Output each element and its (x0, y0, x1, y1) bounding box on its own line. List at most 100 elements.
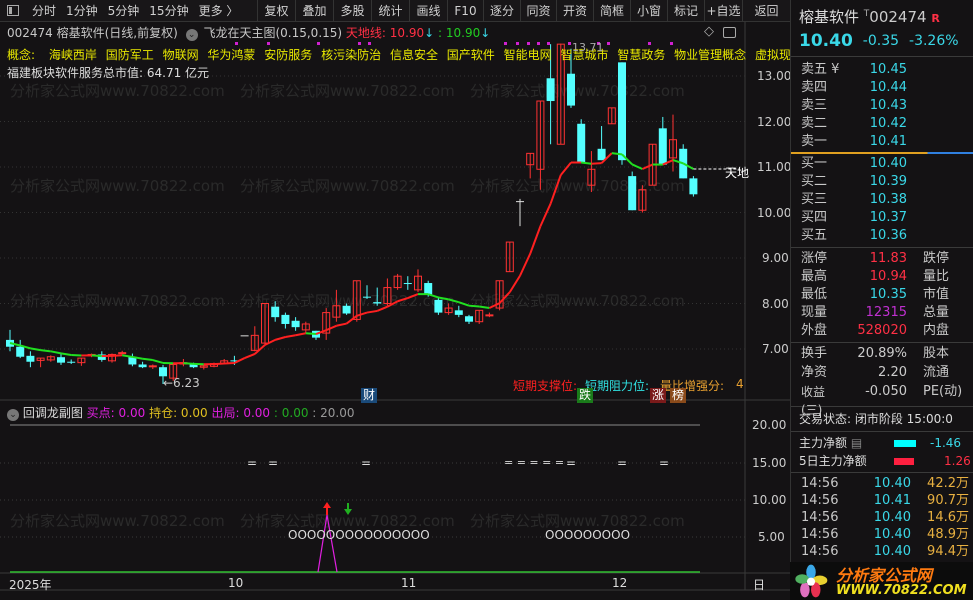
main5-net-row: 5日主力净额 1.26 (791, 452, 973, 470)
ask-label: 卖一 (801, 134, 828, 149)
signal-dot (358, 42, 361, 45)
main-net-value: -1.46 (930, 436, 962, 450)
trade-time: 14:56 (801, 493, 839, 508)
rise-badge[interactable]: 涨 (650, 388, 667, 403)
tiandi-line-segment (508, 275, 521, 293)
signal-eq: = (247, 456, 258, 470)
tiandi-line-segment (438, 296, 449, 301)
ask-price: 10.43 (869, 98, 907, 113)
ask-price: 10.41 (869, 134, 907, 149)
candle-down (16, 346, 25, 357)
high-value: 10.94 (869, 269, 907, 284)
symbol-title: 002474 榕基软件(日线,前复权) (7, 26, 178, 40)
date-label: 12 (612, 576, 628, 590)
buy-spike (317, 514, 338, 573)
date-label: 2025年 (9, 578, 52, 592)
fall-badge[interactable]: 跌 (577, 388, 594, 403)
trade-volume: 14.6万 (927, 510, 969, 525)
bid-price: 10.39 (869, 174, 907, 189)
bid-price: 10.36 (869, 228, 907, 243)
stats-block-2: 换手 20.89% 股本 净资 2.20 流通 收益(三) -0.050 PE(动) (791, 345, 973, 417)
trade-time: 14:56 (801, 527, 839, 542)
price-tick: 10.00 (757, 206, 792, 220)
stats-block: 涨停 11.83 跌停 最高 10.94 量比 最低 10.35 市值 现量 12315 总量 … (791, 250, 973, 340)
concept-item[interactable]: 智能电网 (504, 48, 552, 62)
tiandi-line-segment (111, 354, 123, 357)
sub-tick: 20.00 (752, 418, 787, 432)
stock-code: 002474 (869, 8, 927, 26)
concept-item[interactable]: 安防服务 (264, 48, 312, 62)
tiandi-line-segment (448, 298, 460, 304)
trade-state: 交易状态: 闭市阶段 15:00:0 (799, 412, 953, 426)
ask-price: 10.42 (869, 116, 907, 131)
sub-tick: 10.00 (752, 493, 787, 507)
sub-chart-title[interactable]: 回调龙副图 (23, 406, 83, 420)
period-selector[interactable]: 日 (753, 576, 765, 593)
candle-down (159, 367, 167, 377)
tiandi-line-segment (591, 162, 602, 165)
concept-item[interactable]: 国产软件 (447, 48, 495, 62)
tiandi-line-segment (325, 324, 337, 332)
price-tick: 13.00 (757, 69, 792, 83)
bid-label: 买四 (801, 210, 828, 225)
trade-row: 14:56 10.41 90.7万 (791, 492, 973, 509)
signal-eq: = (361, 456, 372, 470)
main-net-label: 主力净额 ▤ (799, 436, 863, 450)
signal-dot (607, 42, 610, 45)
indicator-name[interactable]: 飞龙在天主图(0.15,0.15) (203, 26, 342, 40)
layout-toggle-icon[interactable] (723, 27, 736, 38)
buy-arrow-icon (323, 502, 331, 515)
candle-flat (516, 201, 524, 203)
candle-down (628, 176, 637, 211)
indicator-dropdown-icon[interactable]: ⌄ (185, 29, 198, 41)
kline-chart[interactable] (0, 0, 790, 600)
concept-item[interactable]: 智慧政务 (617, 48, 665, 62)
rank-badge[interactable]: 榜 (670, 388, 687, 403)
stat-label: 内盘 (923, 323, 950, 338)
chart-info-line: 002474 榕基软件(日线,前复权) ⌄ 飞龙在天主图(0.15,0.15) … (7, 26, 491, 41)
date-label: 10 (228, 576, 244, 590)
main5-net-value: 1.26 (944, 454, 971, 468)
candle-up (118, 352, 127, 355)
concept-item[interactable]: 物联网 (163, 48, 199, 62)
tiandi-line-segment (336, 322, 347, 327)
concept-item[interactable]: 核污染防治 (321, 48, 381, 62)
stat-label: 股本 (923, 346, 950, 361)
tiandi-line-segment (376, 305, 388, 312)
limit-up-value: 11.83 (869, 251, 907, 266)
tiandi-line-segment (213, 362, 225, 366)
net-asset-value: 2.20 (878, 365, 907, 380)
concept-item[interactable]: 华为鸿蒙 (207, 48, 255, 62)
tiandi-line-segment (519, 253, 532, 277)
signal-eq: = (659, 456, 670, 470)
exit-value: 出局: 0.00 (211, 406, 271, 420)
candle-down (57, 357, 65, 363)
signal-dot (568, 42, 571, 45)
concept-item[interactable]: 物业管理概念 (674, 48, 746, 62)
tiandi-line-segment (91, 354, 102, 358)
signal-eq: = (268, 456, 279, 470)
stock-header: 榕基软件 T002474 R (791, 0, 973, 28)
sub-tick: 5.00 (758, 530, 785, 544)
diamond-icon[interactable]: ◇ (704, 24, 714, 39)
eps-value: -0.050 (865, 384, 907, 399)
tiandi-line-segment (549, 174, 562, 205)
list-icon[interactable]: ▤ (851, 436, 862, 450)
signal-eq: = (566, 456, 577, 470)
tiandi-line-segment (183, 362, 194, 365)
sub-indicator-dropdown-icon[interactable]: ⌄ (7, 409, 19, 421)
candle-down (546, 78, 555, 102)
concept-item[interactable]: 信息安全 (390, 48, 438, 62)
candle-down (281, 314, 290, 324)
concept-label: 概念: (7, 48, 36, 62)
bid-label: 买二 (801, 174, 828, 189)
tiandi-line-segment (50, 350, 62, 355)
signal-dot (648, 42, 651, 45)
tiandi-line-segment (60, 352, 72, 356)
finance-badge[interactable]: 财 (361, 388, 378, 403)
concept-item[interactable]: 国防军工 (106, 48, 154, 62)
bid-row: 买一 10.40 (791, 155, 973, 173)
concept-item[interactable]: 海峡西岸 (49, 48, 97, 62)
stat-label: 现量 (801, 305, 828, 320)
trade-price: 10.40 (873, 527, 911, 542)
